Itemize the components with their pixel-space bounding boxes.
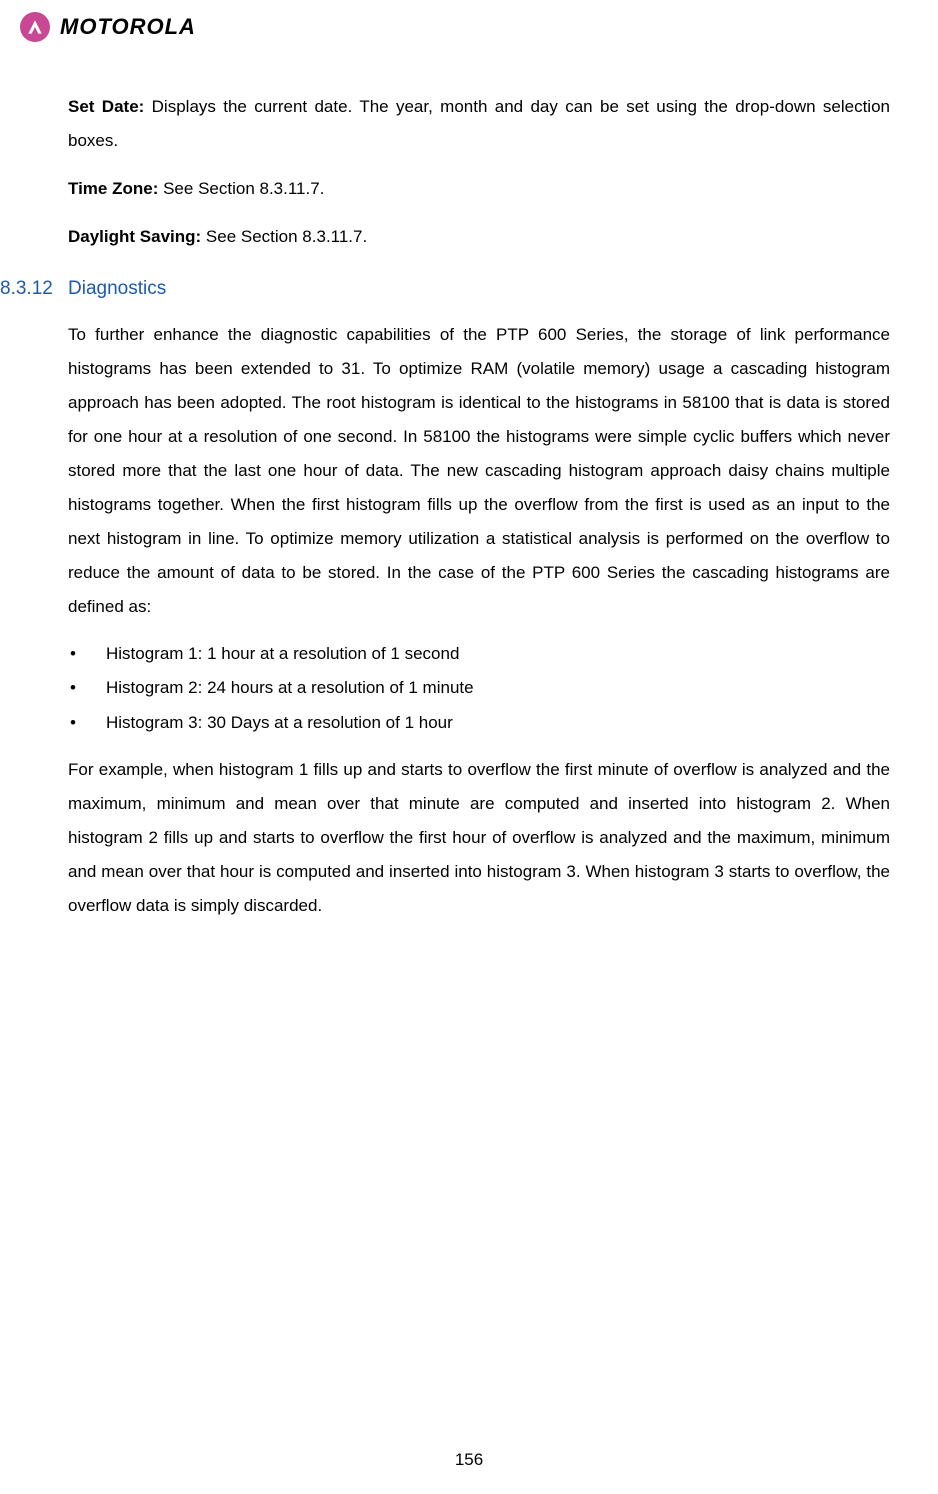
label-daylight-saving: Daylight Saving:: [68, 227, 201, 246]
brand-wordmark: MOTOROLA: [60, 14, 196, 40]
paragraph-diagnostics: To further enhance the diagnostic capabi…: [68, 318, 890, 624]
page-number: 156: [0, 1450, 938, 1470]
text-time-zone: See Section 8.3.11.7.: [158, 179, 324, 198]
bullet-text: Histogram 2: 24 hours at a resolution of…: [106, 672, 890, 704]
paragraph-set-date: Set Date: Displays the current date. The…: [68, 90, 890, 158]
section-number: 8.3.12: [0, 278, 68, 300]
bullet-icon: •: [68, 707, 106, 739]
label-time-zone: Time Zone:: [68, 179, 158, 198]
paragraph-time-zone: Time Zone: See Section 8.3.11.7.: [68, 172, 890, 206]
text-set-date: Displays the current date. The year, mon…: [68, 97, 890, 150]
bullet-icon: •: [68, 638, 106, 670]
bullet-text: Histogram 1: 1 hour at a resolution of 1…: [106, 638, 890, 670]
paragraph-example: For example, when histogram 1 fills up a…: [68, 753, 890, 923]
label-set-date: Set Date:: [68, 97, 144, 116]
section-title: Diagnostics: [68, 278, 166, 300]
text-daylight-saving: See Section 8.3.11.7.: [201, 227, 367, 246]
paragraph-daylight-saving: Daylight Saving: See Section 8.3.11.7.: [68, 220, 890, 254]
list-item: • Histogram 3: 30 Days at a resolution o…: [68, 707, 890, 739]
motorola-batwing-icon: [20, 12, 50, 42]
bullet-list: • Histogram 1: 1 hour at a resolution of…: [68, 638, 890, 739]
bullet-icon: •: [68, 672, 106, 704]
page-content: Set Date: Displays the current date. The…: [68, 90, 890, 937]
list-item: • Histogram 1: 1 hour at a resolution of…: [68, 638, 890, 670]
section-heading: 8.3.12 Diagnostics: [68, 278, 890, 300]
list-item: • Histogram 2: 24 hours at a resolution …: [68, 672, 890, 704]
brand-logo: MOTOROLA: [20, 12, 196, 42]
bullet-text: Histogram 3: 30 Days at a resolution of …: [106, 707, 890, 739]
